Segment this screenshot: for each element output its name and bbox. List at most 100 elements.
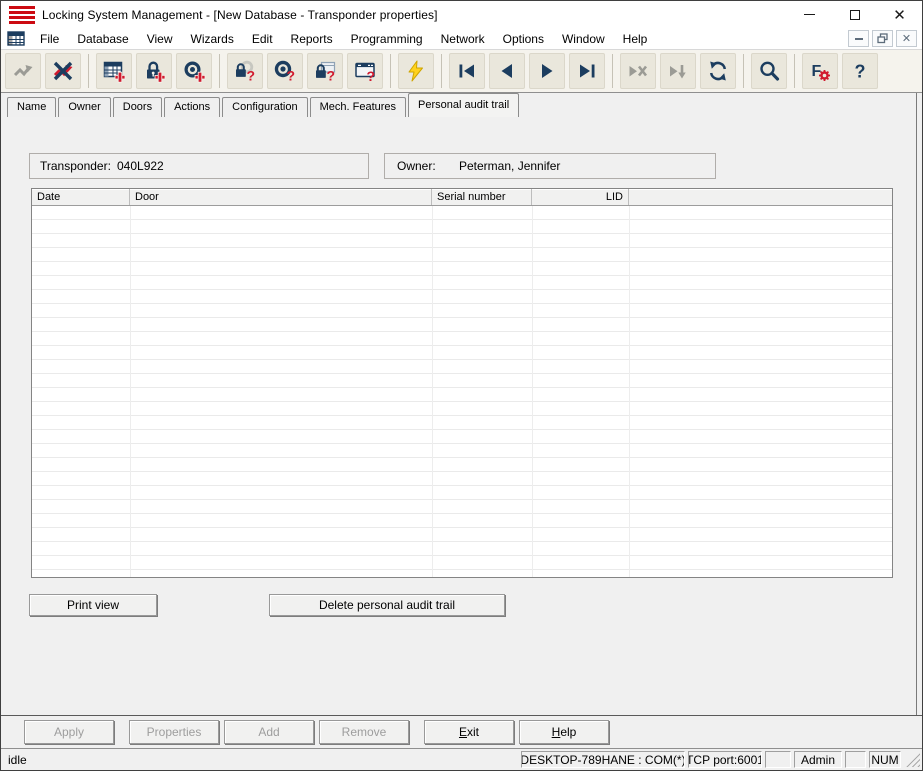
apply-button: Apply: [24, 720, 114, 744]
column-header-serial-number[interactable]: Serial number: [432, 189, 532, 205]
column-header-door[interactable]: Door: [130, 189, 432, 205]
transponder-label: Transponder:: [40, 159, 111, 173]
close-button[interactable]: ✕: [877, 1, 922, 28]
previous-record-icon: [501, 64, 512, 78]
title-bar: Locking System Management - [New Databas…: [1, 1, 922, 28]
maximize-icon: [849, 9, 860, 20]
owner-label: Owner:: [397, 159, 436, 173]
tab-personal-audit-trail[interactable]: Personal audit trail: [408, 93, 520, 117]
new-locking-system-button[interactable]: [96, 53, 132, 89]
menu-help[interactable]: Help: [614, 28, 657, 49]
close-icon: ✕: [893, 6, 906, 24]
toolbar-separator: [743, 54, 744, 88]
svg-text:?: ?: [327, 68, 336, 84]
delete-personal-audit-trail-button[interactable]: Delete personal audit trail: [269, 594, 505, 616]
tab-name[interactable]: Name: [7, 97, 57, 117]
svg-text:F: F: [812, 63, 822, 80]
audit-trail-table: Date Door Serial number LID: [31, 188, 893, 578]
menu-database[interactable]: Database: [68, 28, 137, 49]
tab-configuration[interactable]: Configuration: [222, 97, 308, 117]
log-off-button[interactable]: [45, 53, 81, 89]
filter-settings-button[interactable]: F: [802, 53, 838, 89]
status-empty-panel: [845, 751, 866, 768]
mdi-child-controls: ✕: [848, 30, 922, 47]
next-record-button[interactable]: [529, 53, 565, 89]
column-header-lid[interactable]: LID: [532, 189, 629, 205]
minimize-button[interactable]: [787, 1, 832, 28]
program-button[interactable]: [398, 53, 434, 89]
app-logo-icon: [9, 5, 35, 24]
search-icon: [760, 61, 780, 81]
menu-bar: File Database View Wizards Edit Reports …: [1, 28, 922, 50]
menu-network[interactable]: Network: [432, 28, 494, 49]
previous-record-button[interactable]: [489, 53, 525, 89]
mdi-restore-icon: [877, 33, 888, 44]
toolbar-separator: [219, 54, 220, 88]
menu-reports[interactable]: Reports: [282, 28, 342, 49]
read-lock-icon: ?: [236, 60, 256, 84]
program-flash-icon: [408, 60, 423, 82]
tab-bar: Name Owner Doors Actions Configuration M…: [1, 93, 922, 117]
svg-text:?: ?: [367, 68, 376, 83]
continue-search-button[interactable]: [660, 53, 696, 89]
tab-actions[interactable]: Actions: [164, 97, 221, 117]
toolbar-separator: [88, 54, 89, 88]
first-record-button[interactable]: [449, 53, 485, 89]
resize-grip[interactable]: [906, 753, 920, 767]
maximize-button[interactable]: [832, 1, 877, 28]
cancel-search-button[interactable]: [620, 53, 656, 89]
new-transponder-button[interactable]: [176, 53, 212, 89]
tab-owner[interactable]: Owner: [58, 97, 111, 117]
new-transponder-icon: [184, 61, 206, 83]
read-via-network-button[interactable]: ?: [347, 53, 383, 89]
help-button[interactable]: ?: [842, 53, 878, 89]
owner-field: Owner: Peterman, Jennifer: [384, 153, 716, 179]
toolbar-separator: [794, 54, 795, 88]
toolbar-separator: [441, 54, 442, 88]
read-lock-button[interactable]: ?: [227, 53, 263, 89]
read-via-network-icon: ?: [355, 62, 376, 83]
menu-view[interactable]: View: [138, 28, 182, 49]
tab-mech-features[interactable]: Mech. Features: [309, 97, 407, 117]
search-button[interactable]: [751, 53, 787, 89]
window-controls: ✕: [787, 1, 922, 28]
tab-doors[interactable]: Doors: [112, 97, 163, 117]
refresh-button[interactable]: [700, 53, 736, 89]
menu-options[interactable]: Options: [494, 28, 553, 49]
cancel-search-icon: [629, 65, 648, 77]
status-num-lock-panel: NUM: [869, 751, 901, 768]
new-locking-system-icon: [103, 61, 126, 83]
audit-trail-table-body[interactable]: [32, 206, 892, 577]
transponder-value: 040L922: [117, 159, 164, 173]
log-on-button[interactable]: [5, 53, 41, 89]
column-header-date[interactable]: Date: [32, 189, 130, 205]
window-title: Locking System Management - [New Databas…: [42, 7, 438, 22]
log-off-icon: [53, 61, 73, 81]
status-host-panel: DESKTOP-789HANE : COM(*): [521, 751, 685, 768]
status-tcp-panel: TCP port:6001: [688, 751, 762, 768]
menu-window[interactable]: Window: [553, 28, 614, 49]
menu-file[interactable]: File: [31, 28, 68, 49]
column-header-filler: [629, 189, 892, 205]
mdi-close-button[interactable]: ✕: [896, 30, 917, 47]
menu-programming[interactable]: Programming: [342, 28, 432, 49]
personal-audit-trail-page: Transponder: 040L922 Owner: Peterman, Je…: [1, 117, 922, 715]
last-record-button[interactable]: [569, 53, 605, 89]
svg-text:?: ?: [287, 68, 296, 84]
toolbar-separator: [390, 54, 391, 88]
exit-button[interactable]: Exit: [424, 720, 514, 744]
mdi-minimize-icon: [854, 37, 863, 40]
menu-wizards[interactable]: Wizards: [182, 28, 243, 49]
menu-edit[interactable]: Edit: [243, 28, 282, 49]
svg-text:?: ?: [247, 68, 256, 84]
footer-button-bar: Apply Properties Add Remove Exit Help: [1, 715, 922, 748]
print-view-button[interactable]: Print view: [29, 594, 157, 616]
help-footer-button[interactable]: Help: [519, 720, 609, 744]
new-lock-button[interactable]: [136, 53, 172, 89]
mdi-minimize-button[interactable]: [848, 30, 869, 47]
svg-text:?: ?: [855, 62, 866, 82]
read-transponder-button[interactable]: ?: [267, 53, 303, 89]
mdi-restore-button[interactable]: [872, 30, 893, 47]
status-empty-panel: [765, 751, 791, 768]
read-lock-gen2-button[interactable]: ?: [307, 53, 343, 89]
